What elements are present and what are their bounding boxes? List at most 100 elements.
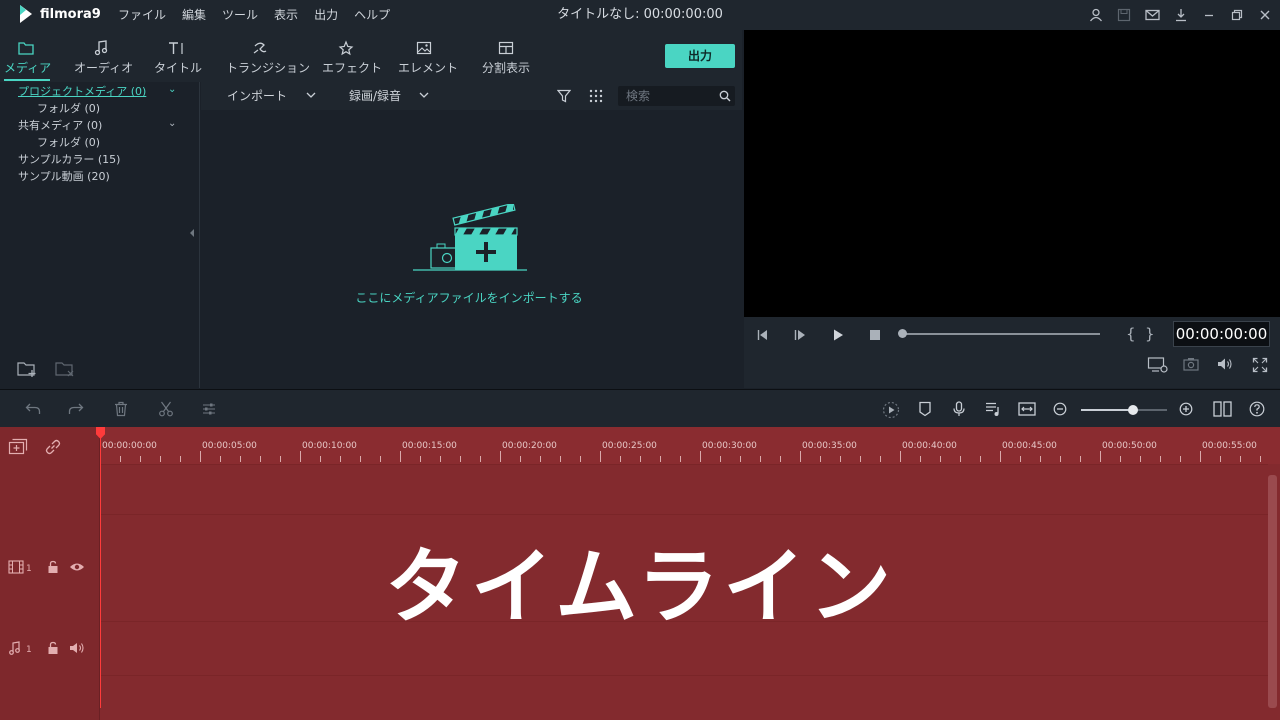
save-icon[interactable] (1117, 8, 1131, 22)
menu-view[interactable]: 表示 (266, 0, 306, 30)
menu-export[interactable]: 出力 (306, 0, 346, 30)
user-icon[interactable] (1089, 8, 1103, 22)
tree-project-media[interactable]: プロジェクトメディア (0) (18, 83, 146, 99)
eye-visibility-icon[interactable] (69, 562, 85, 572)
chevron-down-icon[interactable] (306, 92, 316, 99)
fullscreen-icon[interactable] (1252, 357, 1268, 373)
playback-progress-handle[interactable] (898, 329, 907, 338)
split-screen-icon (498, 41, 514, 55)
window-controls (1089, 0, 1272, 30)
video-track-number: 1 (26, 564, 32, 574)
tab-audio[interactable]: オーディオ (74, 38, 133, 76)
ruler-label: 00:00:50:00 (1102, 441, 1157, 451)
marker-icon[interactable] (918, 401, 932, 417)
preview-timecode: 00:00:00:00 (1173, 321, 1270, 347)
ruler-label: 00:00:10:00 (302, 441, 357, 451)
menu-edit[interactable]: 編集 (174, 0, 214, 30)
export-button[interactable]: 出力 (665, 44, 735, 68)
ruler-label: 00:00:05:00 (202, 441, 257, 451)
volume-icon[interactable] (1217, 357, 1233, 371)
link-icon[interactable] (44, 438, 62, 456)
tab-media[interactable]: メディア (4, 38, 52, 76)
timeline-vertical-scrollbar[interactable] (1268, 475, 1277, 708)
chevron-down-icon[interactable] (419, 92, 429, 99)
tab-split-screen-label: 分割表示 (481, 61, 530, 75)
mail-icon[interactable] (1145, 8, 1160, 22)
redo-icon[interactable] (68, 402, 84, 416)
snapshot-camera-icon[interactable] (1183, 357, 1199, 371)
import-dropdown[interactable]: インポート (227, 82, 287, 110)
record-dropdown[interactable]: 録画/録音 (349, 82, 401, 110)
tab-effect[interactable]: エフェクト (322, 38, 383, 76)
tab-split-screen[interactable]: 分割表示 (478, 38, 534, 76)
menu-file[interactable]: ファイル (110, 0, 174, 30)
help-icon[interactable] (1249, 401, 1265, 417)
ruler-label: 00:00:15:00 (402, 441, 457, 451)
step-forward-icon[interactable] (793, 328, 807, 342)
tab-element[interactable]: エレメント (398, 38, 458, 76)
timeline-ruler[interactable]: 00:00:00:00 00:00:05:00 00:00:10:00 00:0… (100, 427, 1280, 464)
playback-progress-track[interactable] (902, 333, 1100, 335)
tree-shared-media[interactable]: 共有メディア (0) (18, 117, 102, 133)
ruler-label: 00:00:40:00 (902, 441, 957, 451)
ruler-ticks (100, 451, 1261, 462)
import-hint[interactable]: ここにメディアファイルをインポートする (201, 289, 737, 306)
menu-bar: ファイル 編集 ツール 表示 出力 ヘルプ (110, 0, 398, 30)
transition-icon (253, 42, 267, 54)
zoom-in-icon[interactable] (1179, 402, 1193, 416)
lock-icon[interactable] (47, 641, 59, 655)
undo-icon[interactable] (25, 402, 41, 416)
tree-project-folder[interactable]: フォルダ (0) (37, 100, 100, 116)
microphone-icon[interactable] (952, 401, 966, 417)
tab-media-label: メディア (4, 61, 52, 75)
clapperboard-import-icon[interactable] (413, 204, 529, 272)
tree-shared-folder[interactable]: フォルダ (0) (37, 134, 100, 150)
mark-out-icon[interactable]: } (1145, 325, 1155, 343)
mark-in-icon[interactable]: { (1126, 325, 1136, 343)
play-icon[interactable] (831, 328, 845, 342)
new-folder-icon[interactable] (17, 360, 37, 378)
delete-icon[interactable] (114, 401, 128, 417)
speaker-icon[interactable] (69, 642, 85, 654)
chevron-down-icon[interactable]: ⌄ (168, 118, 176, 129)
active-tab-indicator (4, 79, 50, 81)
media-library-area[interactable] (201, 110, 742, 388)
ruler-label: 00:00:30:00 (702, 441, 757, 451)
search-icon[interactable] (719, 90, 731, 102)
render-preview-icon[interactable] (882, 401, 900, 419)
filter-icon[interactable] (557, 89, 571, 103)
search-input[interactable] (624, 86, 714, 106)
video-track-icon (8, 560, 24, 574)
download-icon[interactable] (1174, 8, 1188, 22)
zoom-out-icon[interactable] (1053, 402, 1067, 416)
music-note-icon (94, 40, 108, 56)
lock-icon[interactable] (47, 560, 59, 574)
collapse-panel-icon[interactable] (189, 228, 195, 238)
record-label: 録画/録音 (349, 89, 402, 103)
tab-title[interactable]: タイトル (154, 38, 202, 76)
filmora-logo-icon (20, 5, 32, 23)
menu-help[interactable]: ヘルプ (346, 0, 398, 30)
tree-sample-videos[interactable]: サンプル動画 (20) (18, 168, 110, 184)
step-back-icon[interactable] (756, 328, 770, 342)
menu-tools[interactable]: ツール (214, 0, 266, 30)
minimize-icon[interactable] (1202, 8, 1216, 22)
tree-sample-colors[interactable]: サンプルカラー (15) (18, 151, 120, 167)
tab-transition[interactable]: トランジション (226, 38, 310, 76)
layout-columns-icon[interactable] (1213, 401, 1233, 417)
cut-scissors-icon[interactable] (158, 401, 174, 417)
stop-icon[interactable] (868, 328, 882, 342)
tab-effect-label: エフェクト (322, 61, 383, 75)
restore-icon[interactable] (1230, 8, 1244, 22)
adjust-sliders-icon[interactable] (202, 402, 216, 416)
zoom-slider-handle[interactable] (1128, 405, 1138, 415)
fit-to-window-icon[interactable] (1018, 401, 1036, 417)
title-bar: filmora9 ファイル 編集 ツール 表示 出力 ヘルプ タイトルなし: 0… (0, 0, 1280, 30)
add-track-icon[interactable] (8, 438, 30, 456)
audio-mixer-icon[interactable] (985, 401, 1001, 417)
render-settings-icon[interactable] (1147, 356, 1169, 374)
grid-view-icon[interactable] (589, 89, 603, 103)
close-icon[interactable] (1258, 8, 1272, 22)
delete-folder-icon[interactable] (55, 360, 75, 378)
chevron-down-icon[interactable]: ⌄ (168, 84, 176, 95)
